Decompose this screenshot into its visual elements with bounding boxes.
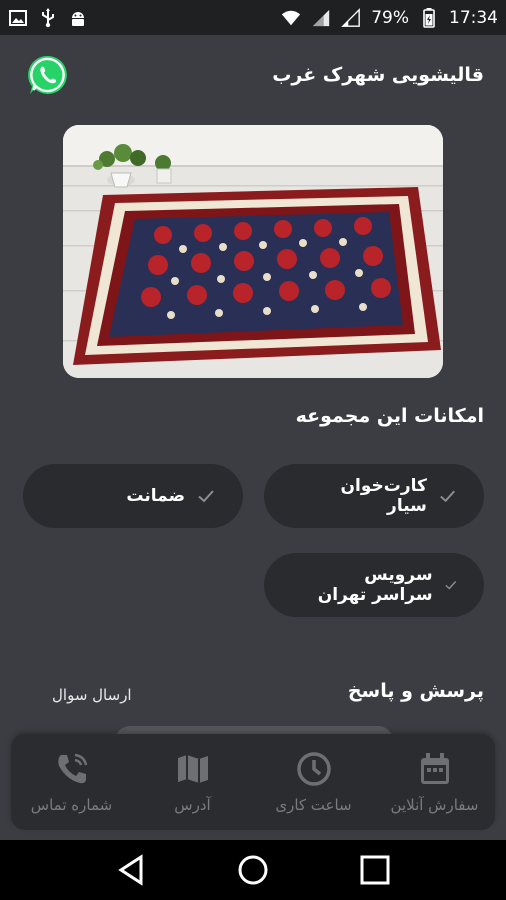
carpet-photo [63, 125, 443, 378]
signal-icon [311, 8, 331, 28]
features-title: امکانات این مجموعه [295, 405, 484, 427]
clock-icon [296, 752, 331, 786]
battery-percent: 79% [371, 7, 409, 28]
qa-title: پرسش و پاسخ [347, 680, 484, 702]
calendar-icon [420, 753, 449, 784]
page-title: قالیشویی شهرک غرب [272, 64, 484, 86]
status-bar: 79% 17:34 [0, 0, 506, 35]
battery-icon [419, 7, 439, 28]
map-icon [177, 755, 208, 783]
nav-item-address[interactable]: آدرس [132, 734, 253, 830]
header: قالیشویی شهرک غرب [26, 48, 484, 102]
recents-icon[interactable] [358, 853, 392, 887]
feature-label: ضمانت [126, 486, 185, 506]
nav-item-online-order[interactable]: سفارش آنلاین [374, 734, 495, 830]
nav-item-hours[interactable]: ساعت کاری [253, 734, 374, 830]
nav-item-phone[interactable]: شماره تماس [11, 734, 132, 830]
home-icon[interactable] [236, 853, 270, 887]
check-icon [444, 581, 456, 590]
wifi-icon [281, 8, 301, 28]
nav-label: سفارش آنلاین [390, 796, 479, 814]
clock-time: 17:34 [449, 7, 498, 28]
feature-label: کارت‌خوان سیار [340, 476, 427, 516]
feature-label: سرویس سراسر تهران [317, 565, 433, 605]
feature-card-mobile-pos: کارت‌خوان سیار [264, 464, 484, 528]
nav-label: آدرس [174, 796, 211, 814]
ask-question-link[interactable]: ارسال سوال [52, 686, 132, 704]
feature-card-tehran-service: سرویس سراسر تهران [264, 553, 484, 617]
usb-icon [38, 7, 58, 28]
check-icon [198, 490, 214, 503]
bottom-nav: شماره تماس آدرس ساعت کاری سفارش آنلاین [11, 734, 495, 830]
back-icon[interactable] [114, 853, 148, 887]
android-icon [68, 8, 88, 28]
image-icon [8, 8, 28, 28]
system-nav-bar [0, 840, 506, 900]
phone-icon [57, 753, 87, 784]
signal-weak-icon [341, 7, 361, 28]
nav-label: ساعت کاری [275, 796, 352, 814]
nav-label: شماره تماس [30, 796, 113, 814]
feature-card-warranty: ضمانت [23, 464, 243, 528]
check-icon [440, 490, 455, 503]
whatsapp-icon[interactable] [26, 53, 70, 97]
